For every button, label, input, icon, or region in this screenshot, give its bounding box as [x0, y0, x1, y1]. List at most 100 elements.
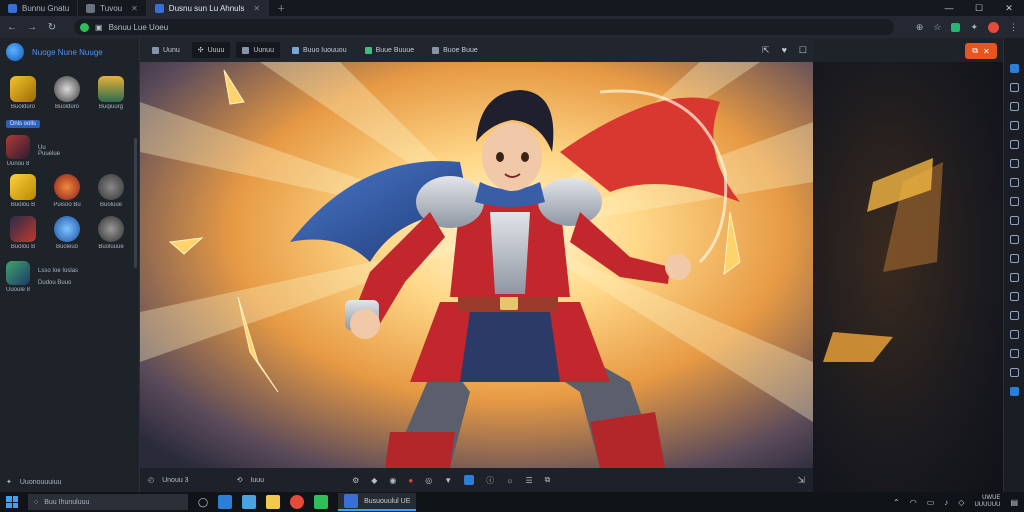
rail-icon[interactable] [1009, 102, 1019, 111]
rail-icon[interactable] [1009, 159, 1019, 168]
chevron-up-icon[interactable]: ⌃ [893, 498, 900, 507]
close-window-icon[interactable]: ✕ [994, 0, 1024, 16]
rail-icon-active[interactable] [1009, 64, 1019, 73]
heart-icon[interactable]: ♥ [782, 45, 787, 56]
taskbar-app-icon[interactable] [218, 495, 233, 509]
extension-icon[interactable] [951, 22, 961, 32]
window-controls: — ☐ ✕ [934, 0, 1024, 16]
bookmark-star-icon[interactable]: ☆ [933, 22, 941, 33]
export-icon[interactable]: ⇲ [797, 475, 805, 486]
game-item[interactable]: Puisoo Bu [50, 174, 84, 208]
sync-icon[interactable]: ⟲ [237, 476, 243, 484]
game-item[interactable]: Buolduro [6, 76, 40, 110]
tag-icon[interactable]: ◆ [371, 476, 377, 485]
share-button[interactable]: ⧉ ✕ [965, 43, 997, 59]
sidebar-scrollbar[interactable] [134, 138, 137, 268]
taskbar-folder-icon[interactable] [266, 495, 281, 509]
rail-icon[interactable] [1009, 311, 1019, 320]
pin-icon[interactable]: ▼ [444, 476, 452, 485]
taskbar-search[interactable]: ○ Buu Ihunuluuu [28, 494, 188, 510]
menu-icon[interactable]: ⋮ [1009, 22, 1018, 33]
rail-icon[interactable] [1009, 330, 1019, 339]
reload-icon[interactable]: ↻ [46, 22, 58, 33]
close-tab-icon[interactable]: ✕ [131, 4, 138, 13]
toolbar-button-save[interactable]: Buoe Buue [426, 42, 484, 58]
clock[interactable]: UWUE UUUUUU [974, 495, 1000, 509]
rail-icon[interactable] [1009, 178, 1019, 187]
toolbar-label: Uuuu [207, 46, 225, 54]
tab-2[interactable]: Tuvou ✕ [78, 0, 147, 16]
address-input[interactable]: ▣ Bsnuu Lue Uoeu [74, 19, 894, 35]
sidebar-footer[interactable]: ✦ Uuonouuuiuu [6, 478, 62, 487]
brand-logo-icon [6, 43, 24, 61]
taskbar-active-app[interactable]: Busuouulul UE [338, 493, 417, 511]
network-icon[interactable]: ◠ [910, 498, 917, 507]
game-item[interactable]: Buolduro [50, 76, 84, 110]
rail-icon[interactable] [1009, 292, 1019, 301]
minimize-icon[interactable]: — [934, 0, 964, 16]
rail-icon[interactable] [1009, 273, 1019, 282]
game-item[interactable]: Buoleuo [50, 216, 84, 250]
extensions-puzzle-icon[interactable]: ✦ [970, 22, 978, 33]
gear-icon[interactable]: ⚙ [352, 476, 359, 485]
fullscreen-icon[interactable]: ☐ [799, 45, 807, 56]
rail-icon[interactable] [1009, 235, 1019, 244]
rail-icon[interactable] [1009, 368, 1019, 377]
browser-window: Bunnu Gnatu Tuvou ✕ Dusnu sun Lu Ahnuls … [0, 0, 1024, 512]
list-item[interactable]: Uunou 8 Uu Puuelue [0, 132, 139, 170]
artwork-canvas[interactable] [140, 62, 813, 468]
rail-icon[interactable] [1009, 349, 1019, 358]
profile-avatar[interactable] [988, 21, 999, 33]
active-tool-icon[interactable] [464, 475, 475, 485]
rail-icon[interactable] [1009, 140, 1019, 149]
toolbar-button-info[interactable]: Buuo Iuouuou [286, 42, 353, 58]
toolbar-button-tools[interactable]: ✣ Uuuu [191, 42, 231, 58]
taskbar-app-icon[interactable] [314, 495, 329, 509]
chat-icon[interactable]: ◉ [389, 476, 396, 485]
notifications-icon[interactable]: ▤ [1010, 498, 1018, 507]
battery-icon[interactable]: ▭ [927, 498, 935, 507]
game-item[interactable]: Buoluuue [94, 216, 128, 250]
game-icon[interactable]: ◎ [425, 476, 432, 485]
tab-1[interactable]: Bunnu Gnatu [0, 0, 79, 16]
forward-icon[interactable]: → [26, 22, 38, 33]
game-thumbnail [54, 174, 80, 200]
game-row-3: Buolou B Buoleuo Buoluuue [0, 212, 139, 254]
task-view-icon[interactable]: ◯ [198, 497, 208, 508]
tab-3[interactable]: Dusnu sun Lu Ahnuls ✕ [146, 0, 270, 16]
toolbar-button-home[interactable]: Uunu [146, 42, 186, 58]
game-item[interactable]: Buolou B [6, 216, 40, 250]
wifi-icon[interactable]: ◇ [958, 498, 964, 507]
volume-icon[interactable]: ♪ [944, 498, 948, 507]
rail-icon[interactable] [1009, 197, 1019, 206]
taskbar-browser-icon[interactable] [290, 495, 305, 509]
tools-icon: ✣ [197, 47, 204, 54]
rail-icon[interactable] [1009, 216, 1019, 225]
toolbar-button-view[interactable]: Uunuu [236, 42, 280, 58]
rail-icon[interactable] [1009, 254, 1019, 263]
game-item[interactable]: Buolou B [6, 174, 40, 208]
start-icon[interactable] [6, 496, 18, 508]
close-tab-icon[interactable]: ✕ [253, 4, 260, 13]
rail-icon-active[interactable] [1009, 387, 1019, 396]
game-item[interactable]: Buqiuurg [94, 76, 128, 110]
game-item[interactable]: Buoluue [94, 174, 128, 208]
list-icon[interactable]: ☰ [525, 476, 532, 485]
translate-icon[interactable]: ⊕ [916, 22, 924, 33]
taskbar-app-icon[interactable] [242, 495, 257, 509]
brightness-icon[interactable]: ☼ [506, 476, 513, 485]
layers-icon[interactable]: ⧉ [545, 475, 551, 485]
rail-icon[interactable] [1009, 83, 1019, 92]
rotate-icon[interactable]: ⇱ [762, 45, 770, 56]
rail-icon[interactable] [1009, 121, 1019, 130]
list-item[interactable]: Uuoule 8 Lsso Ioe Ioslas Dudou Buuo [0, 258, 139, 296]
backdrop-art [823, 158, 943, 362]
game-name: Buolou B [10, 244, 36, 250]
back-icon[interactable]: ← [6, 22, 18, 33]
toolbar-button-share[interactable]: Buue Buuue [359, 42, 421, 58]
info-icon[interactable]: ⓘ [486, 475, 494, 486]
sidebar-brand[interactable]: Nuoge Nune Nuuge [0, 38, 139, 66]
new-tab-button[interactable]: ＋ [269, 0, 293, 16]
record-icon[interactable]: ● [408, 476, 413, 485]
maximize-icon[interactable]: ☐ [964, 0, 994, 16]
